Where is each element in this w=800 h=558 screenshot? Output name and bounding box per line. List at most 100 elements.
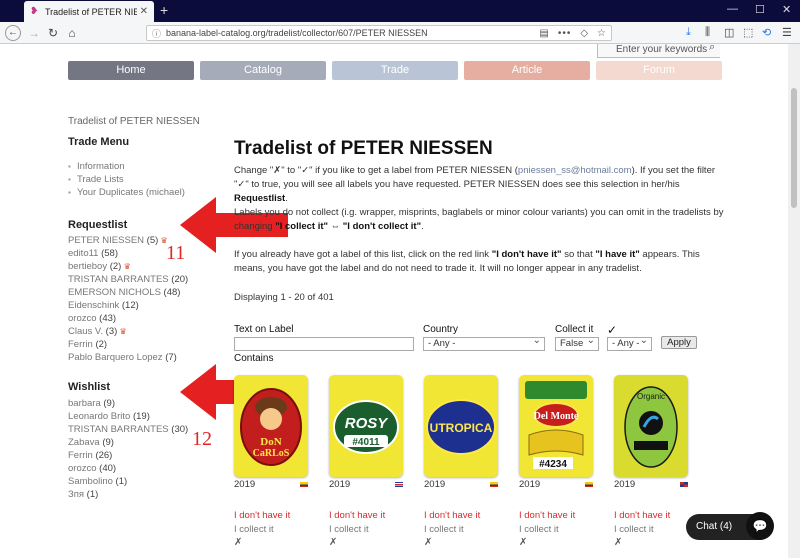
i-collect-it-link[interactable]: I collect it [614, 524, 654, 535]
i-collect-it-link[interactable]: I collect it [424, 524, 464, 535]
home-icon[interactable]: ⌂ [64, 25, 80, 41]
reload-icon[interactable]: ↻ [45, 25, 61, 41]
wishlist-count: (19) [132, 411, 150, 422]
request-toggle-icon[interactable]: ✗ [234, 537, 242, 548]
dont-have-it-link[interactable]: I don't have it [614, 510, 670, 521]
page-scrollbar[interactable] [788, 44, 800, 558]
email-link[interactable]: pniessen_ss@hotmail.com [518, 165, 632, 176]
label-card[interactable]: ROSY #4011 [329, 375, 405, 477]
label-card[interactable]: DoN CaRLoS [234, 375, 310, 477]
hamburger-menu-icon[interactable]: ☰ [782, 26, 792, 39]
requestlist-item[interactable]: orozco (43) [68, 312, 188, 325]
requestlist-item[interactable]: TRISTAN BARRANTES (20) [68, 273, 188, 286]
wishlist-name: Leonardo Brito [68, 411, 131, 422]
page-actions-icon[interactable]: ••• [558, 28, 572, 39]
checkmark-filter-value: - Any - [612, 338, 640, 349]
displaying-count: Displaying 1 - 20 of 401 [234, 292, 334, 303]
label-image[interactable]: DoN CaRLoS [234, 375, 308, 477]
window-close-icon[interactable]: ✕ [782, 3, 791, 16]
trade-menu-heading: Trade Menu [68, 136, 130, 148]
scrollbar-thumb[interactable] [791, 88, 797, 208]
label-image[interactable]: Del Monte #4234 [519, 375, 593, 477]
label-image[interactable]: UTROPICA [424, 375, 498, 477]
new-tab-icon[interactable]: + [160, 2, 168, 18]
trade-menu-item[interactable]: Information [68, 160, 185, 173]
nav-trade[interactable]: Trade [332, 61, 458, 80]
label-image[interactable]: ROSY #4011 [329, 375, 403, 477]
wishlist-name: Зпя [68, 489, 85, 500]
wishlist-item[interactable]: Zabava (9) [68, 436, 188, 449]
requestlist-item[interactable]: Eidenschink (12) [68, 299, 188, 312]
nav-article[interactable]: Article [464, 61, 590, 80]
dont-have-it-link[interactable]: I don't have it [234, 510, 290, 521]
country-select[interactable]: - Any - [423, 335, 545, 351]
wishlist-item[interactable]: Ferrin (26) [68, 449, 188, 462]
request-toggle-icon[interactable]: ✗ [614, 537, 622, 548]
keyword-search-input[interactable]: Enter your keywords [597, 44, 720, 58]
label-year: 2019 [519, 479, 541, 490]
svg-text:Del Monte: Del Monte [534, 411, 579, 422]
bookmark-star-icon[interactable]: ☆ [597, 28, 606, 39]
requestlist-item[interactable]: EMERSON NICHOLS (48) [68, 286, 188, 299]
i-collect-it-link[interactable]: I collect it [519, 524, 559, 535]
wishlist-item[interactable]: orozco (40) [68, 462, 188, 475]
nav-forum[interactable]: Forum [596, 61, 722, 80]
forward-icon[interactable]: → [26, 25, 42, 41]
nav-home[interactable]: Home [68, 61, 194, 80]
requestlist-name: TRISTAN BARRANTES [68, 274, 169, 285]
label-image[interactable]: Organic [614, 375, 688, 477]
wishlist-name: orozco [68, 463, 97, 474]
minimize-icon[interactable]: — [727, 3, 738, 15]
maximize-icon[interactable]: ☐ [755, 3, 765, 16]
label-card[interactable]: Del Monte #4234 [519, 375, 595, 477]
ecuador-flag-icon [585, 482, 593, 487]
request-toggle-icon[interactable]: ✗ [329, 537, 337, 548]
wishlist-item[interactable]: Зпя (1) [68, 488, 188, 501]
downloads-icon[interactable]: ⤓ [686, 26, 691, 39]
requestlist-item[interactable]: Pablo Barquero Lopez (7) [68, 351, 188, 364]
request-toggle-icon[interactable]: ✗ [424, 537, 432, 548]
back-icon[interactable]: ← [5, 25, 21, 41]
wishlist-item[interactable]: Sambolino (1) [68, 475, 188, 488]
site-info-icon[interactable]: ⓘ [152, 27, 161, 40]
checkmark-filter-label: ✓ [607, 323, 618, 337]
requestlist-count: (3) [105, 326, 118, 337]
nav-catalog[interactable]: Catalog [200, 61, 326, 80]
text-on-label-input[interactable] [234, 337, 414, 351]
browser-tab[interactable]: ❥ Tradelist of PETER NIESSEN | Ba ✕ [24, 1, 154, 22]
library-icon[interactable]: ⫼ [705, 26, 710, 39]
requestlist-item[interactable]: Ferrin (2) [68, 338, 188, 351]
i-collect-it-link[interactable]: I collect it [329, 524, 369, 535]
wishlist-heading: Wishlist [68, 381, 111, 393]
dont-have-it-link[interactable]: I don't have it [519, 510, 575, 521]
apply-button[interactable]: Apply [661, 336, 697, 349]
intro-text-1: Change "✗" to "✓" if you like to get a l… [234, 165, 518, 176]
checkmark-filter-select[interactable]: - Any - [607, 335, 652, 351]
del-monte-label-art: Del Monte #4234 [525, 381, 587, 470]
dont-have-it-link[interactable]: I don't have it [424, 510, 480, 521]
sync-icon[interactable]: ⟲ [762, 26, 771, 39]
requestlist-item[interactable]: Claus V. (3) ♛ [68, 325, 188, 338]
browser-tabstrip: ❥ Tradelist of PETER NIESSEN | Ba ✕ + — … [0, 0, 800, 22]
request-toggle-icon[interactable]: ✗ [519, 537, 527, 548]
search-icon[interactable]: ⌕ [709, 41, 715, 54]
dont-have-it-link[interactable]: I don't have it [329, 510, 385, 521]
annotation-number-12: 12 [192, 428, 212, 450]
url-bar[interactable]: ⓘ banana-label-catalog.org/tradelist/col… [146, 25, 612, 41]
wishlist-item[interactable]: barbara (9) [68, 397, 188, 410]
label-card[interactable]: Organic [614, 375, 690, 477]
wishlist-item[interactable]: TRISTAN BARRANTES (30) [68, 423, 188, 436]
trade-menu-item[interactable]: Trade Lists [68, 173, 185, 186]
collect-it-select[interactable]: False [555, 335, 599, 351]
pocket-icon[interactable]: ◇ [580, 28, 588, 39]
trade-menu-item[interactable]: Your Duplicates (michael) [68, 186, 185, 199]
sidebar-toggle-icon[interactable]: ◫ [724, 26, 734, 39]
reader-view-icon[interactable]: ▤ [539, 28, 548, 39]
screenshot-icon[interactable]: ⬚ [743, 26, 753, 39]
wishlist-item[interactable]: Leonardo Brito (19) [68, 410, 188, 423]
label-card[interactable]: UTROPICA [424, 375, 500, 477]
i-collect-it-link[interactable]: I collect it [234, 524, 274, 535]
chat-bubble-icon[interactable]: 💬 [746, 512, 774, 540]
label-year: 2019 [329, 479, 351, 490]
close-tab-icon[interactable]: ✕ [140, 6, 148, 17]
